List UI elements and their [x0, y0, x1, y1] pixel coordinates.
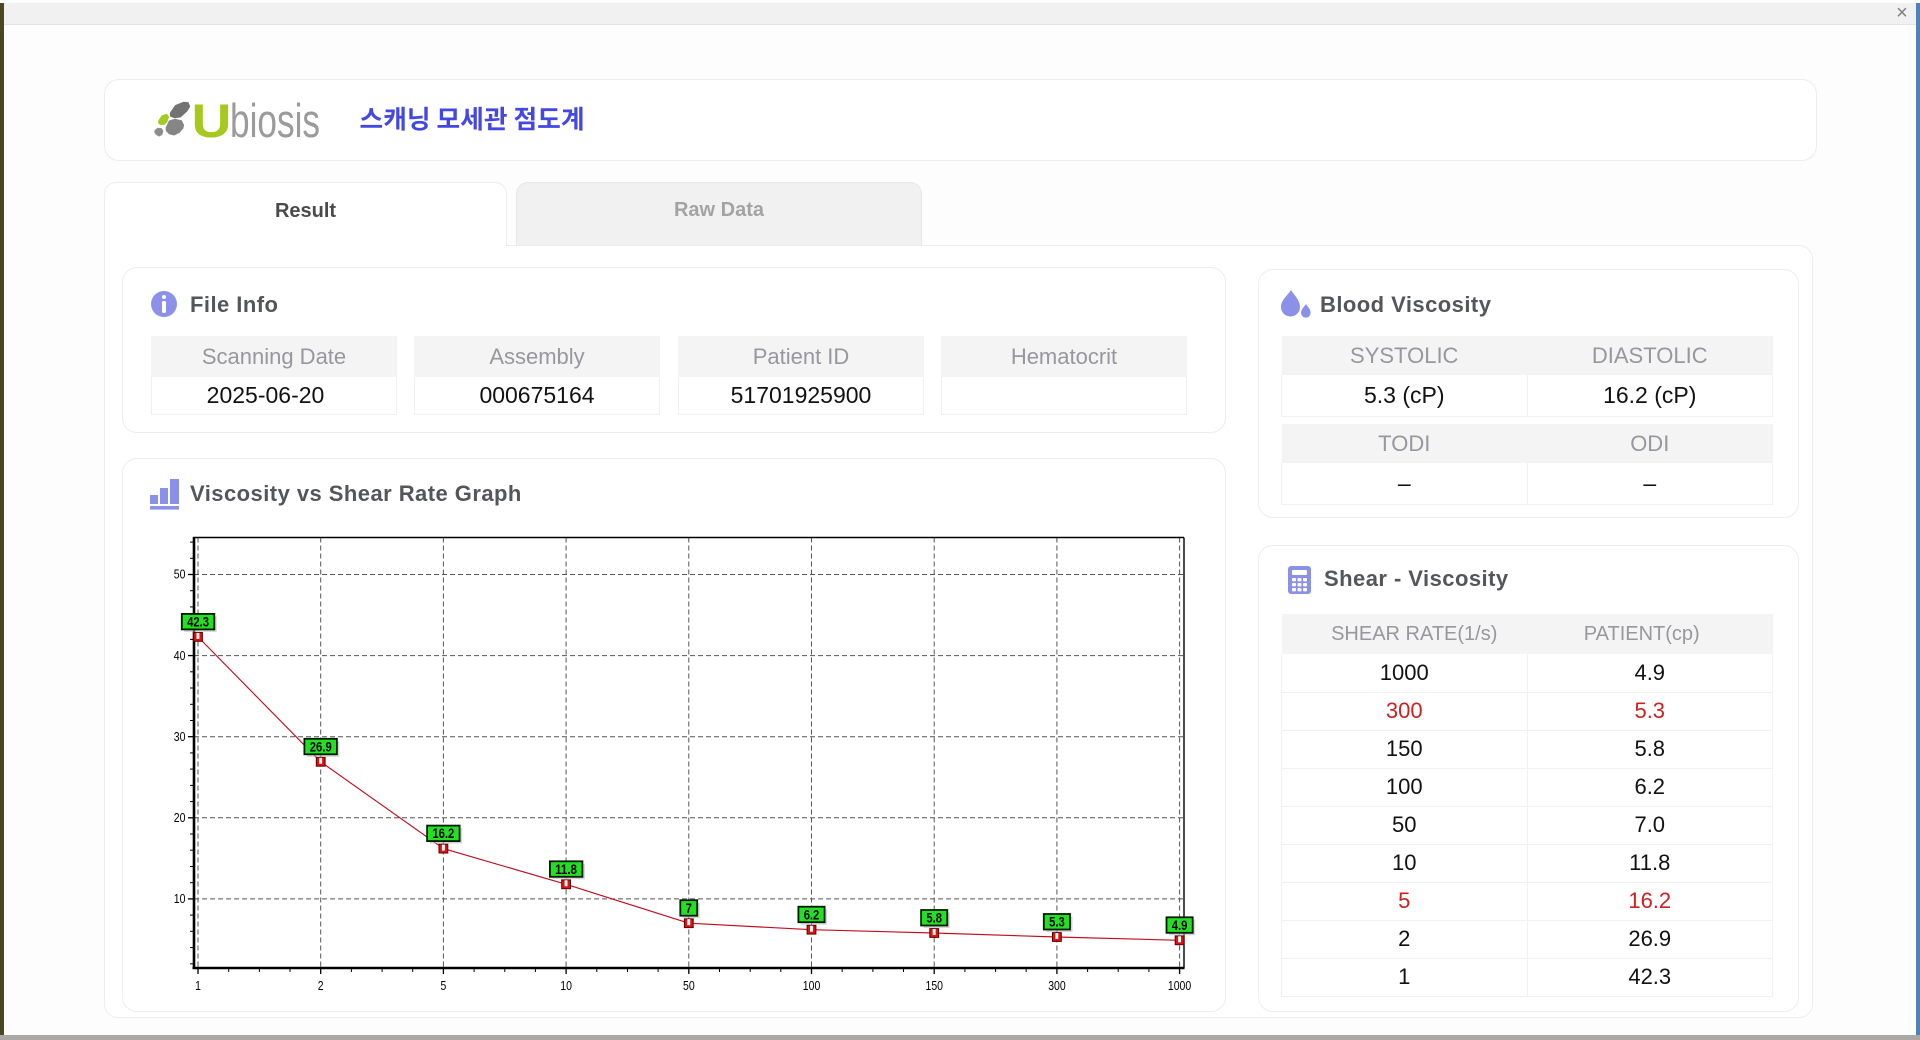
svg-text:300: 300	[1048, 979, 1066, 993]
svg-text:1: 1	[195, 979, 201, 993]
svg-text:150: 150	[926, 979, 944, 993]
svg-text:1000: 1000	[1168, 979, 1191, 993]
svg-text:100: 100	[803, 979, 821, 993]
svg-text:10: 10	[560, 979, 572, 993]
svg-text:5: 5	[441, 979, 447, 993]
svg-text:40: 40	[174, 649, 186, 663]
svg-text:7: 7	[686, 900, 692, 916]
svg-text:6.2: 6.2	[804, 906, 820, 922]
svg-text:5.8: 5.8	[926, 910, 942, 926]
svg-text:42.3: 42.3	[187, 614, 209, 630]
svg-text:10: 10	[174, 892, 186, 906]
svg-text:50: 50	[683, 979, 695, 993]
svg-text:50: 50	[174, 568, 186, 582]
svg-text:5.3: 5.3	[1049, 914, 1065, 930]
svg-text:20: 20	[174, 811, 186, 825]
svg-text:16.2: 16.2	[432, 825, 454, 841]
svg-text:2: 2	[318, 979, 324, 993]
svg-text:11.8: 11.8	[555, 861, 577, 877]
svg-text:4.9: 4.9	[1172, 917, 1188, 933]
svg-text:30: 30	[174, 730, 186, 744]
svg-text:26.9: 26.9	[310, 738, 332, 754]
